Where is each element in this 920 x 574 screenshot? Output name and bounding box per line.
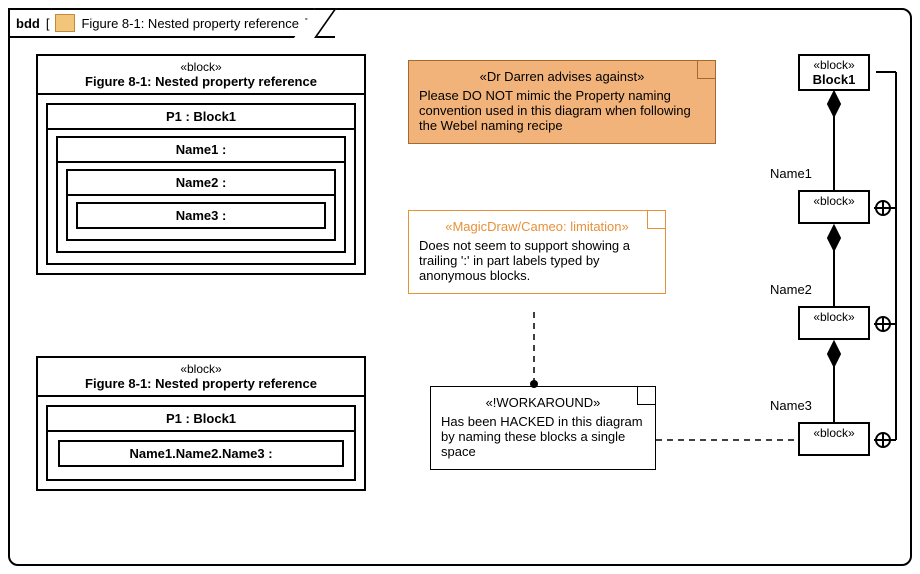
block-anon-3: «block» bbox=[798, 422, 870, 456]
bdd-frame: bdd [ Figure 8-1: Nested property refere… bbox=[8, 8, 912, 566]
open-bracket: [ bbox=[46, 16, 50, 31]
block-anon-2: «block» bbox=[798, 306, 870, 340]
note-fold-icon bbox=[697, 61, 715, 79]
block-name: Figure 8-1: Nested property reference bbox=[44, 376, 358, 391]
note-workaround-body: Has been HACKED in this diagram by namin… bbox=[441, 414, 645, 459]
part-path-label: Name1.Name2.Name3 : bbox=[60, 442, 342, 465]
block-nested-top-header: «block» Figure 8-1: Nested property refe… bbox=[38, 56, 364, 95]
package-icon bbox=[55, 14, 75, 32]
frame-tab: bdd [ Figure 8-1: Nested property refere… bbox=[8, 8, 335, 38]
stereo: «block» bbox=[44, 60, 358, 74]
stereo: «block» bbox=[44, 362, 358, 376]
note-workaround: «!WORKAROUND» Has been HACKED in this di… bbox=[430, 386, 656, 470]
block-anon-1: «block» bbox=[798, 190, 870, 224]
note-limitation-body: Does not seem to support showing a trail… bbox=[419, 238, 655, 283]
part-name3-label: Name3 : bbox=[78, 204, 324, 227]
assoc-label-name3: Name3 bbox=[770, 398, 812, 413]
part-p1b-label: P1 : Block1 bbox=[48, 407, 354, 432]
note-workaround-stereo: «!WORKAROUND» bbox=[441, 395, 645, 410]
part-p1b: P1 : Block1 Name1.Name2.Name3 : bbox=[46, 405, 356, 481]
frame-title: Figure 8-1: Nested property reference bbox=[81, 16, 299, 31]
block-nested-bottom: «block» Figure 8-1: Nested property refe… bbox=[36, 356, 366, 491]
stereo: «block» bbox=[806, 310, 862, 324]
note-advice: «Dr Darren advises against» Please DO NO… bbox=[408, 60, 716, 144]
note-fold-icon bbox=[647, 211, 665, 229]
part-path: Name1.Name2.Name3 : bbox=[58, 440, 344, 467]
note-limitation-stereo: «MagicDraw/Cameo: limitation» bbox=[419, 219, 655, 234]
part-name1: Name1 : Name2 : Name3 : bbox=[56, 136, 346, 253]
part-p1-label: P1 : Block1 bbox=[48, 105, 354, 130]
part-name2-label: Name2 : bbox=[68, 171, 334, 196]
close-bracket: ] bbox=[305, 16, 309, 31]
stereo: «block» bbox=[806, 194, 862, 208]
block-block1: «block» Block1 bbox=[798, 54, 870, 91]
assoc-label-name1: Name1 bbox=[770, 166, 812, 181]
part-name1-label: Name1 : bbox=[58, 138, 344, 163]
block-nested-top: «block» Figure 8-1: Nested property refe… bbox=[36, 54, 366, 275]
part-name3: Name3 : bbox=[76, 202, 326, 229]
block-nested-bottom-header: «block» Figure 8-1: Nested property refe… bbox=[38, 358, 364, 397]
stereo: «block» bbox=[806, 426, 862, 440]
block-name: Block1 bbox=[806, 72, 862, 87]
part-name2: Name2 : Name3 : bbox=[66, 169, 336, 241]
note-advice-stereo: «Dr Darren advises against» bbox=[419, 69, 705, 84]
note-fold-icon bbox=[637, 387, 655, 405]
assoc-label-name2: Name2 bbox=[770, 282, 812, 297]
part-p1: P1 : Block1 Name1 : Name2 : Name3 : bbox=[46, 103, 356, 265]
block-name: Figure 8-1: Nested property reference bbox=[44, 74, 358, 89]
stereo: «block» bbox=[806, 58, 862, 72]
note-limitation: «MagicDraw/Cameo: limitation» Does not s… bbox=[408, 210, 666, 294]
note-advice-body: Please DO NOT mimic the Property naming … bbox=[419, 88, 705, 133]
frame-kind: bdd bbox=[16, 16, 40, 31]
